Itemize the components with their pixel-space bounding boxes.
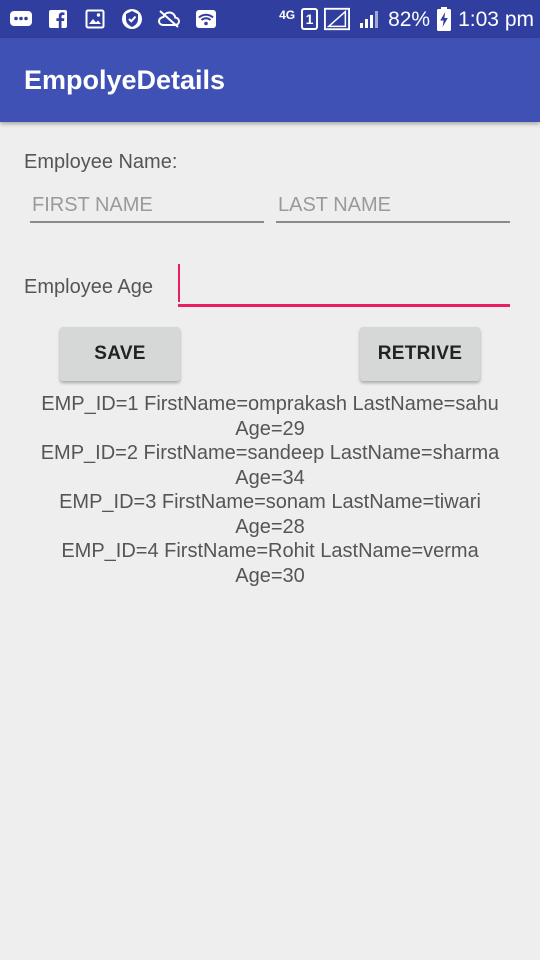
battery-charging-icon	[436, 7, 452, 31]
gallery-icon	[82, 7, 108, 31]
employee-records-list: EMP_ID=1 FirstName=omprakash LastName=sa…	[0, 392, 540, 588]
save-button[interactable]: SAVE	[60, 327, 180, 381]
record-line: EMP_ID=1 FirstName=omprakash LastName=sa…	[41, 393, 499, 415]
battery-percent: 82%	[388, 7, 431, 31]
signal-outline-icon	[324, 7, 351, 31]
retrieve-button[interactable]: RETRIVE	[360, 327, 480, 381]
first-name-input[interactable]	[30, 189, 264, 223]
facebook-icon	[45, 7, 71, 31]
record-line: EMP_ID=4 FirstName=Rohit LastName=verma	[61, 540, 479, 562]
record-line: Age=30	[235, 564, 305, 587]
app-title: EmpolyeDetails	[24, 64, 226, 95]
record-line: EMP_ID=3 FirstName=sonam LastName=tiwari	[59, 491, 481, 513]
employee-age-label: Employee Age	[24, 276, 153, 298]
clock: 1:03 pm	[458, 7, 534, 31]
signal-icon	[356, 7, 382, 31]
messages-icon	[8, 7, 34, 31]
record-line: EMP_ID=2 FirstName=sandeep LastName=shar…	[40, 442, 500, 464]
record-line: Age=34	[235, 466, 305, 489]
employee-age-input[interactable]	[178, 264, 510, 307]
last-name-input[interactable]	[276, 189, 510, 223]
vpn-icon	[119, 7, 145, 31]
network-type-label: 4G	[279, 8, 296, 22]
status-bar: 4G 1 82% 1:03 pm	[0, 0, 540, 38]
record-line: Age=28	[235, 515, 305, 538]
employee-name-label: Employee Name:	[24, 151, 178, 173]
record-line: Age=29	[235, 417, 305, 440]
sync-off-icon	[156, 7, 182, 31]
wifi-icon	[193, 7, 219, 31]
sim-slot-badge: 1	[301, 8, 319, 30]
app-bar: EmpolyeDetails	[0, 38, 540, 122]
